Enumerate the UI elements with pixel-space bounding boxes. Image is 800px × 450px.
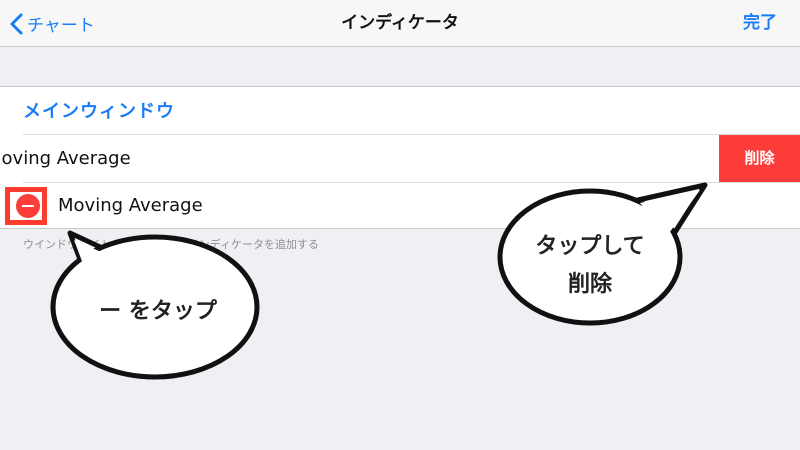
table-row-swiped[interactable]: Moving Average 削除 xyxy=(0,135,800,182)
section-footer: ウインドウタイトルをタップしてインディケータを追加する xyxy=(23,238,319,251)
page-title: インディケータ xyxy=(341,13,459,33)
right-callout-line2: 削除 xyxy=(567,272,612,297)
indicator-section: メインウィンドウ Moving Average 削除 Moving Averag… xyxy=(0,86,800,229)
table-row[interactable]: Moving Average xyxy=(0,183,800,229)
highlight-box xyxy=(5,187,47,225)
right-callout-line1: タップして xyxy=(535,234,645,259)
delete-button[interactable]: 削除 xyxy=(719,135,800,182)
row-label: Moving Average xyxy=(58,195,203,216)
back-button[interactable]: チャート xyxy=(10,10,95,37)
chevron-left-icon xyxy=(10,13,27,35)
row-label: Moving Average xyxy=(0,148,131,169)
done-button[interactable]: 完了 xyxy=(743,10,777,37)
back-button-label: チャート xyxy=(27,16,95,36)
navigation-bar: チャート インディケータ 完了 xyxy=(0,0,800,47)
left-callout-text: ー をタップ xyxy=(99,299,217,324)
section-header: メインウィンドウ xyxy=(23,101,175,122)
